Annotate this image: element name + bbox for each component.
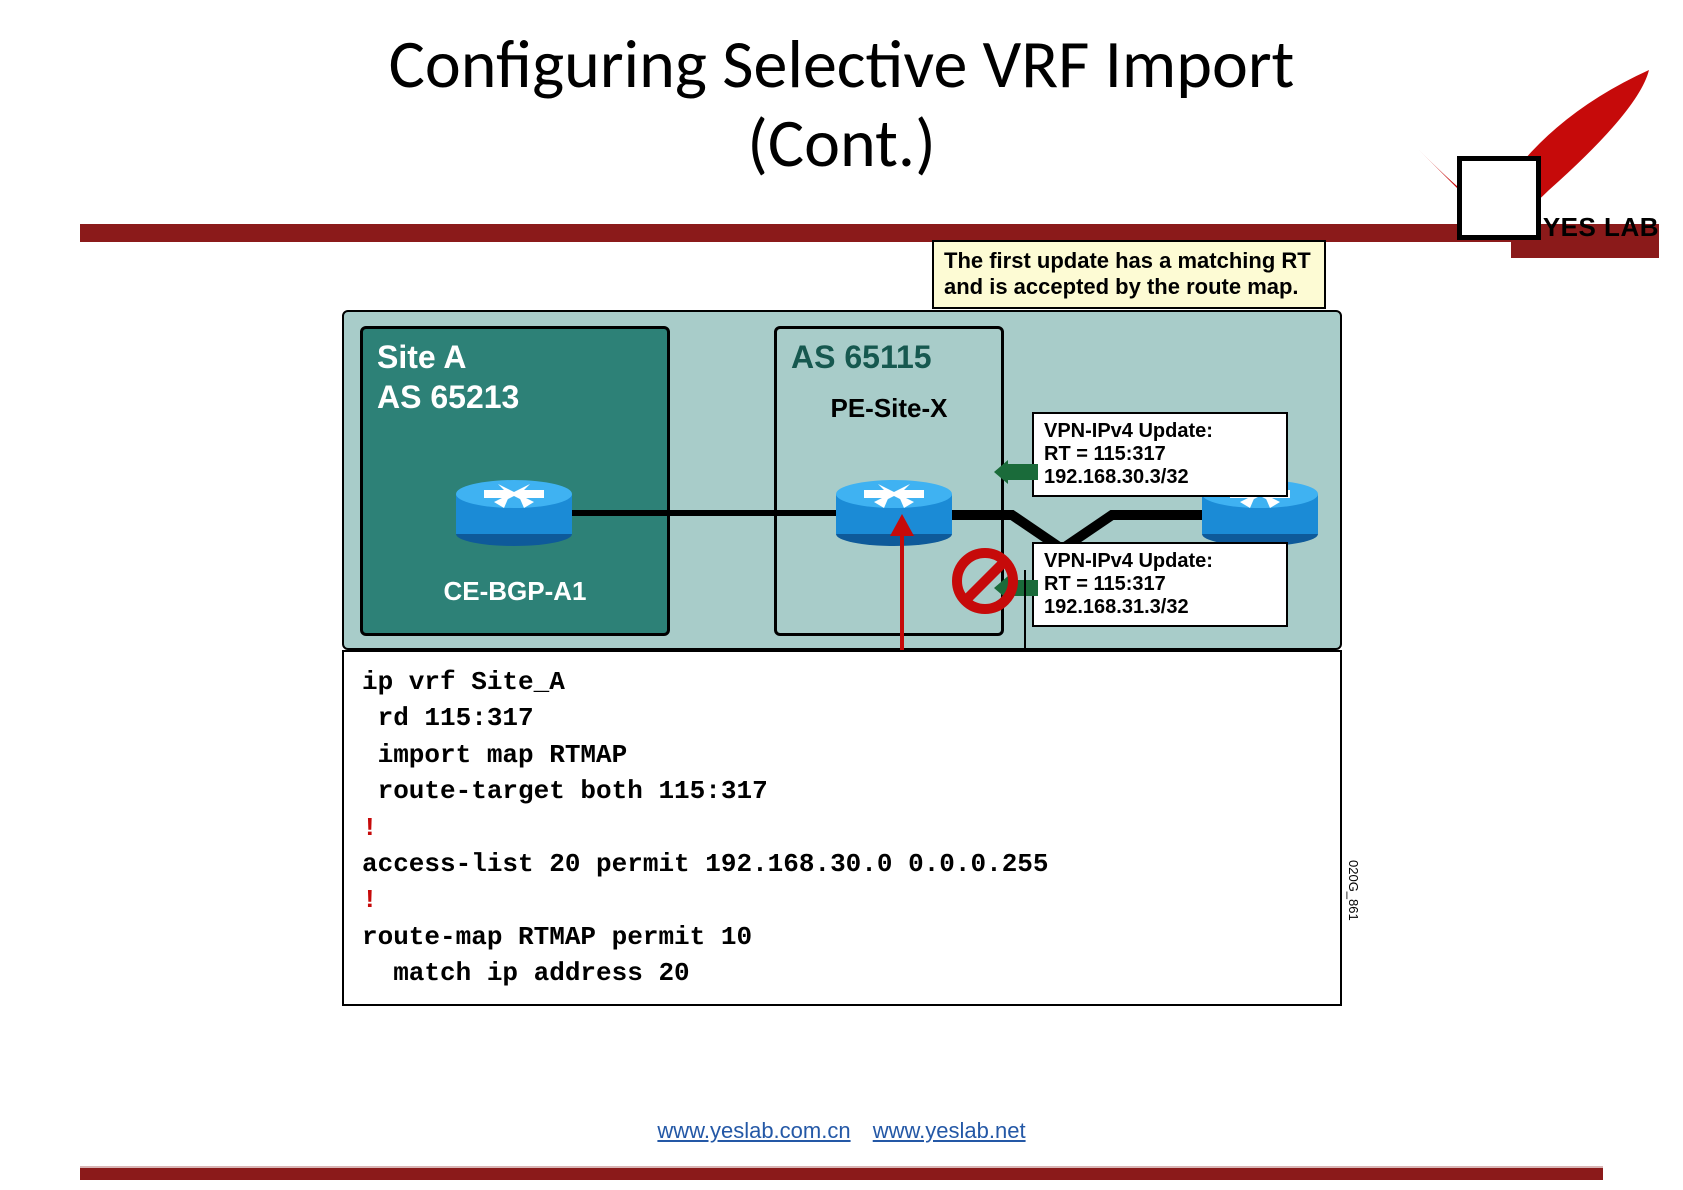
update1-line2: RT = 115:317 — [1044, 443, 1276, 466]
blocked-icon — [952, 548, 1018, 614]
router-ce-icon — [454, 476, 574, 550]
cfg-l1: ip vrf Site_A — [362, 667, 565, 697]
cfg-l4: route-target both 115:317 — [362, 776, 768, 806]
diagram: The first update has a matching RT and i… — [342, 260, 1342, 980]
bottom-accent-bar — [80, 1168, 1603, 1180]
footer-link-1[interactable]: www.yeslab.com.cn — [657, 1118, 850, 1143]
config-code-box: ip vrf Site_A rd 115:317 import map RTMA… — [342, 650, 1342, 1006]
site-a-router-label: CE-BGP-A1 — [363, 576, 667, 607]
topology-panel: Site A AS 65213 CE-BGP-A1 AS 65115 PE-Si… — [342, 310, 1342, 650]
update2-line1: VPN-IPv4 Update: — [1044, 550, 1276, 573]
cfg-l6: route-map RTMAP permit 10 — [362, 922, 752, 952]
cfg-bang1: ! — [362, 813, 378, 843]
cfg-bang2: ! — [362, 885, 378, 915]
update2-line3: 192.168.31.3/32 — [1044, 596, 1276, 619]
arrow-update1-icon — [994, 460, 1038, 484]
update1-line3: 192.168.30.3/32 — [1044, 466, 1276, 489]
site-x-asn: AS 65115 — [791, 339, 932, 376]
slide: Configuring Selective VRF Import (Cont.)… — [0, 0, 1683, 1190]
code-reference: 020G_861 — [1346, 860, 1361, 921]
site-a-title: Site A — [377, 339, 467, 376]
cfg-l7: match ip address 20 — [362, 958, 690, 988]
cfg-l2: rd 115:317 — [362, 703, 534, 733]
title-line1: Configuring Selective VRF Import — [389, 23, 1295, 106]
footer-link-2[interactable]: www.yeslab.net — [873, 1118, 1026, 1143]
logo-box-icon — [1457, 156, 1541, 240]
update-box-1: VPN-IPv4 Update: RT = 115:317 192.168.30… — [1032, 412, 1288, 497]
update-box-2: VPN-IPv4 Update: RT = 115:317 192.168.31… — [1032, 542, 1288, 627]
logo-text: YES LAB — [1543, 212, 1659, 243]
site-a-asn: AS 65213 — [377, 379, 519, 416]
callout-first-update: The first update has a matching RT and i… — [932, 240, 1326, 309]
footer-links: www.yeslab.com.cn www.yeslab.net — [0, 1118, 1683, 1144]
link-ce-pe — [552, 510, 864, 516]
update2-line2: RT = 115:317 — [1044, 573, 1276, 596]
cfg-l3: import map RTMAP — [362, 740, 627, 770]
logo: YES LAB — [1399, 60, 1659, 250]
site-x-router-label: PE-Site-X — [777, 393, 1001, 424]
title-underline-bar — [80, 224, 1603, 242]
update1-line1: VPN-IPv4 Update: — [1044, 420, 1276, 443]
cfg-l5: access-list 20 permit 192.168.30.0 0.0.0… — [362, 849, 1049, 879]
